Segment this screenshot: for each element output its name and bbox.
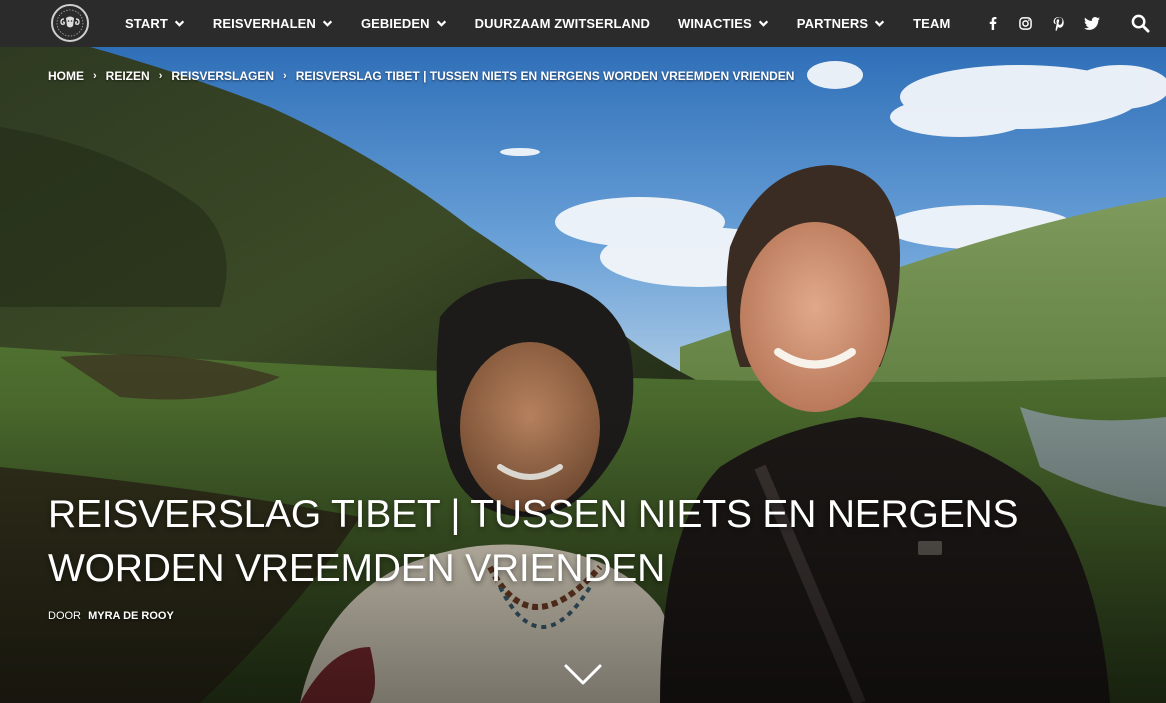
chevron-down-icon [174,20,185,27]
menu-item-label: TEAM [913,16,951,31]
menu-item-label: PARTNERS [796,16,869,31]
menu-item-gebieden[interactable]: GEBIEDEN [347,0,461,47]
menu-item-winacties[interactable]: WINACTIES [664,0,783,47]
menu-item-duurzaam-zwitserland[interactable]: DUURZAAM ZWITSERLAND [461,0,664,47]
breadcrumb-home[interactable]: HOME [48,69,84,83]
article-byline: DOOR MYRA DE ROOY [48,610,174,622]
top-navigation: START REISVERHALEN GEBIEDEN DUURZAAM ZWI… [0,0,1166,47]
menu-item-team[interactable]: TEAM [899,0,964,47]
breadcrumb-separator: › [93,70,97,82]
menu-item-label: START [125,16,168,31]
pinterest-icon[interactable] [1042,0,1075,47]
facebook-icon[interactable] [976,0,1009,47]
chevron-down-icon [758,20,768,27]
breadcrumb-separator: › [283,70,287,82]
breadcrumb: HOME › REIZEN › REISVERSLAGEN › REISVERS… [48,69,794,83]
hero-photo [0,47,1166,703]
chevron-down-icon [436,20,446,27]
instagram-icon[interactable] [1009,0,1042,47]
menu-item-label: DUURZAAM ZWITSERLAND [474,16,650,31]
author-link[interactable]: MYRA DE ROOY [88,610,174,622]
menu-item-partners[interactable]: PARTNERS [783,0,899,47]
twitter-icon[interactable] [1075,0,1108,47]
breadcrumb-reisverslagen[interactable]: REISVERSLAGEN [171,69,274,83]
chevron-down-icon [322,20,333,27]
breadcrumb-reizen[interactable]: REIZEN [106,69,150,83]
ram-logo-icon[interactable] [51,4,89,42]
menu-item-reisverhalen[interactable]: REISVERHALEN [199,0,347,47]
main-menu: START REISVERHALEN GEBIEDEN DUURZAAM ZWI… [111,0,964,47]
chevron-down-icon [875,20,885,27]
menu-item-label: GEBIEDEN [360,16,430,31]
search-icon[interactable] [1114,0,1166,47]
chevron-down-icon[interactable] [563,661,603,689]
menu-item-start[interactable]: START [111,0,199,47]
social-links [976,0,1166,47]
menu-item-label: REISVERHALEN [212,16,316,31]
hero-banner: HOME › REIZEN › REISVERSLAGEN › REISVERS… [0,47,1166,703]
byline-prefix: DOOR [48,610,81,622]
page-title: REISVERSLAG TIBET | TUSSEN NIETS EN NERG… [48,493,1019,590]
breadcrumb-current-page[interactable]: REISVERSLAG TIBET | TUSSEN NIETS EN NERG… [296,69,795,83]
menu-item-label: WINACTIES [677,16,752,31]
breadcrumb-separator: › [158,70,163,82]
